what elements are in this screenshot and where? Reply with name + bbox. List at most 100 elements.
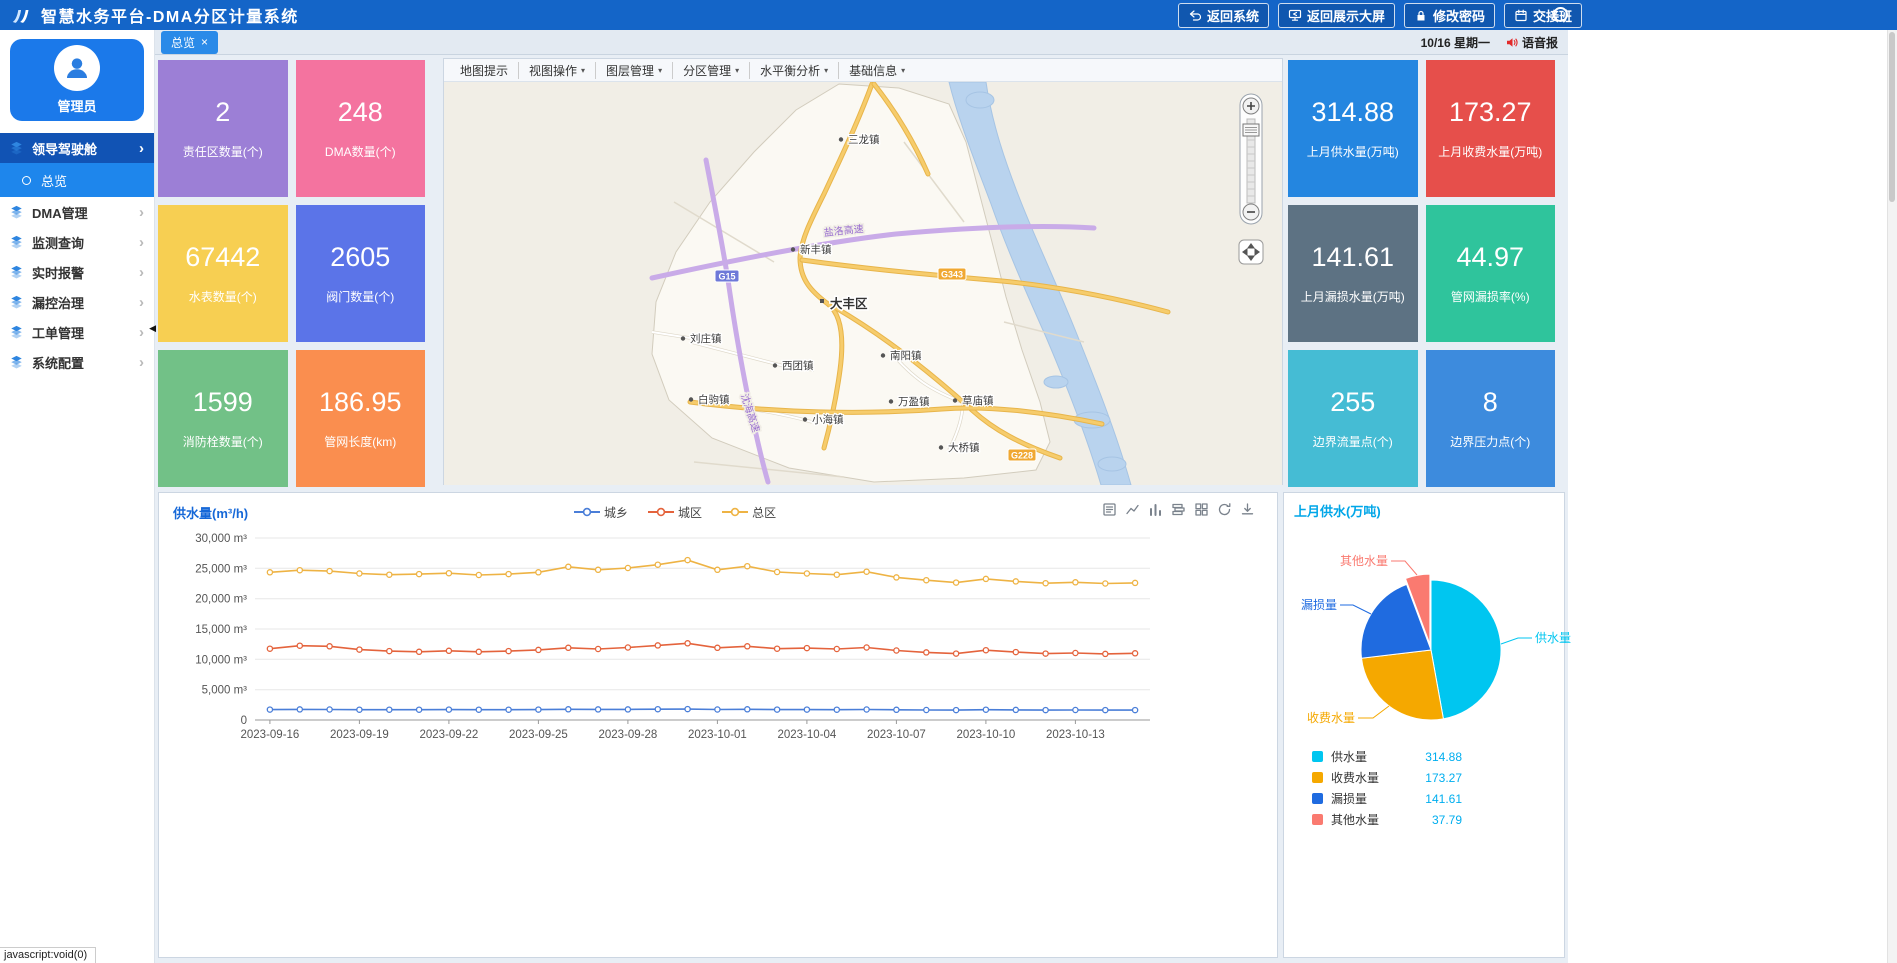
toolbox-download-icon[interactable] — [1240, 502, 1255, 522]
sidebar-item-leadership-cockpit[interactable]: 领导驾驶舱› — [0, 133, 154, 163]
map-tool-map-tip[interactable]: 地图提示 — [450, 62, 518, 79]
sidebar-item-label: 工单管理 — [32, 323, 84, 342]
pie-legend-value: 314.88 — [1425, 750, 1462, 764]
pie-legend: 供水量314.88 收费水量173.27 漏损量141.61 其他水量37.79 — [1294, 748, 1554, 828]
pie-slice-收费水量[interactable] — [1362, 650, 1444, 720]
svg-text:新丰镇: 新丰镇 — [800, 243, 832, 256]
svg-text:2023-09-25: 2023-09-25 — [509, 729, 568, 741]
pie-chart[interactable]: 供水量收费水量漏损量其他水量 — [1294, 521, 1554, 744]
tab-overview[interactable]: 总览 × — [161, 31, 218, 54]
toolbox-restore-icon[interactable] — [1217, 502, 1232, 522]
stat-label: 阀门数量(个) — [326, 288, 394, 305]
header-button-label: 修改密码 — [1433, 6, 1485, 25]
sidebar-item-realtime-alarm[interactable]: 实时报警› — [0, 257, 154, 287]
bullet-icon — [22, 176, 31, 185]
avatar — [54, 45, 100, 91]
sidebar-item-system-configuration[interactable]: 系统配置 › — [0, 347, 154, 377]
pie-legend-item-供水量[interactable]: 供水量314.88 — [1312, 748, 1462, 765]
map-tool-layer-management[interactable]: 图层管理▾ — [595, 62, 672, 79]
stats-left-grid: 2责任区数量(个)248DMA数量(个)67442水表数量(个)2605阀门数量… — [158, 60, 425, 487]
legend-item-总区[interactable]: 总区 — [722, 504, 776, 521]
legend-marker-icon — [574, 507, 600, 517]
zoom-in-button[interactable] — [1243, 98, 1259, 114]
voice-alert-label: 语音报 — [1522, 34, 1558, 51]
page-title: 智慧水务平台-DMA分区计量系统 — [41, 3, 299, 27]
stat-label: 责任区数量(个) — [183, 143, 263, 160]
svg-text:25,000 m³: 25,000 m³ — [195, 563, 247, 575]
return-system-button[interactable]: 返回系统 — [1178, 3, 1269, 28]
map-svg[interactable]: 盐洛高速沈海高速G15G343G228三龙镇新丰镇刘庄镇西团镇南阳镇白驹镇万盈镇… — [444, 82, 1282, 485]
chart-toolbox — [1102, 502, 1255, 522]
line-chart[interactable]: 05,000 m³10,000 m³15,000 m³20,000 m³25,0… — [159, 522, 1277, 753]
map-tool-water-balance-analysis[interactable]: 水平衡分析▾ — [749, 62, 838, 79]
chevron-right-icon: › — [139, 355, 144, 370]
sidebar-collapse-handle[interactable]: ◀ — [149, 323, 156, 334]
svg-text:大丰区: 大丰区 — [830, 296, 868, 311]
legend-marker-icon — [648, 507, 674, 517]
toolbox-bar-chart-icon[interactable] — [1148, 502, 1163, 522]
toolbox-line-chart-icon[interactable] — [1125, 502, 1140, 522]
stat-card-pipe-length: 186.95管网长度(km) — [296, 350, 426, 487]
map-tool-basic-info[interactable]: 基础信息▾ — [838, 62, 915, 79]
date-text: 10/16 星期一 — [1421, 34, 1490, 51]
stat-card-boundary-flow-points: 255边界流量点(个) — [1288, 350, 1418, 487]
stat-label: 消防栓数量(个) — [183, 433, 263, 450]
toolbox-stack-icon[interactable] — [1171, 502, 1186, 522]
page-scrollbar[interactable] — [1887, 30, 1897, 963]
zoom-slider-handle[interactable] — [1243, 124, 1259, 136]
svg-text:2023-10-13: 2023-10-13 — [1046, 729, 1105, 741]
legend-label: 总区 — [752, 504, 776, 521]
header-button-label: 返回展示大屏 — [1307, 6, 1385, 25]
tab-close-icon[interactable]: × — [201, 36, 208, 48]
legend-item-城乡[interactable]: 城乡 — [574, 504, 628, 521]
svg-text:10,000 m³: 10,000 m³ — [195, 654, 247, 666]
shift-handover-button[interactable]: 交接班 — [1504, 3, 1582, 28]
sidebar-subitem-overview[interactable]: 总览 — [0, 163, 154, 197]
map-road-badge: G15 — [715, 270, 739, 282]
pie-legend-value: 37.79 — [1432, 813, 1462, 827]
return-display-screen-button[interactable]: 返回展示大屏 — [1278, 3, 1395, 28]
main-area: 2责任区数量(个)248DMA数量(个)67442水表数量(个)2605阀门数量… — [155, 55, 1568, 963]
sidebar-item-dma-management[interactable]: DMA管理› — [0, 197, 154, 227]
sidebar-item-label: 系统配置 — [32, 353, 84, 372]
sidebar-item-leakage-control[interactable]: 漏控治理› — [0, 287, 154, 317]
stat-card-valves: 2605 阀门数量(个) — [296, 205, 426, 342]
svg-text:2023-10-07: 2023-10-07 — [867, 729, 926, 741]
map-zoom-control[interactable] — [1234, 92, 1268, 287]
sidebar-item-label: 监测查询 — [32, 233, 84, 252]
svg-text:2023-09-19: 2023-09-19 — [330, 729, 389, 741]
map-tool-view-operations[interactable]: 视图操作▾ — [518, 62, 595, 79]
map-tool-zone-management[interactable]: 分区管理▾ — [672, 62, 749, 79]
toolbox-tiled-icon[interactable] — [1194, 502, 1209, 522]
chevron-right-icon: › — [139, 205, 144, 220]
voice-alert-button[interactable]: 语音报 — [1506, 34, 1558, 51]
scrollbar-thumb[interactable] — [1889, 32, 1895, 202]
change-password-button[interactable]: 修改密码 — [1404, 3, 1495, 28]
svg-text:G15: G15 — [718, 272, 735, 282]
stat-card-dma-count: 248DMA数量(个) — [296, 60, 426, 197]
legend-item-城区[interactable]: 城区 — [648, 504, 702, 521]
layers-icon — [10, 235, 23, 249]
layers-icon — [10, 141, 23, 155]
pie-legend-item-其他水量[interactable]: 其他水量37.79 — [1312, 811, 1462, 828]
sidebar-item-monitoring-query[interactable]: 监测查询› — [0, 227, 154, 257]
browser-status-text: javascript:void(0) — [0, 947, 96, 963]
toolbox-data-view-icon[interactable] — [1102, 502, 1117, 522]
zoom-out-button[interactable] — [1243, 204, 1259, 220]
page-content: 总览 × 10/16 星期一 语音报 2责任区数量(个)248DMA数量(个)6… — [155, 30, 1568, 963]
map-canvas[interactable]: 盐洛高速沈海高速G15G343G228三龙镇新丰镇刘庄镇西团镇南阳镇白驹镇万盈镇… — [444, 82, 1282, 485]
stat-value: 2605 — [330, 242, 390, 273]
pie-legend-item-漏损量[interactable]: 漏损量141.61 — [1312, 790, 1462, 807]
svg-text:20,000 m³: 20,000 m³ — [195, 594, 247, 606]
sidebar-item-work-order-management[interactable]: 工单管理› — [0, 317, 154, 347]
sidebar-subitem-label: 总览 — [41, 171, 67, 190]
header-circle-icon[interactable] — [1553, 7, 1568, 22]
stat-value: 173.27 — [1449, 97, 1532, 128]
map-pan-control[interactable] — [1239, 240, 1263, 264]
svg-text:G228: G228 — [1011, 451, 1033, 461]
chevron-down-icon: ▾ — [735, 66, 739, 75]
layers-icon — [10, 355, 23, 369]
pie-slice-供水量[interactable] — [1431, 580, 1501, 719]
pie-legend-item-收费水量[interactable]: 收费水量173.27 — [1312, 769, 1462, 786]
legend-swatch — [1312, 772, 1323, 783]
